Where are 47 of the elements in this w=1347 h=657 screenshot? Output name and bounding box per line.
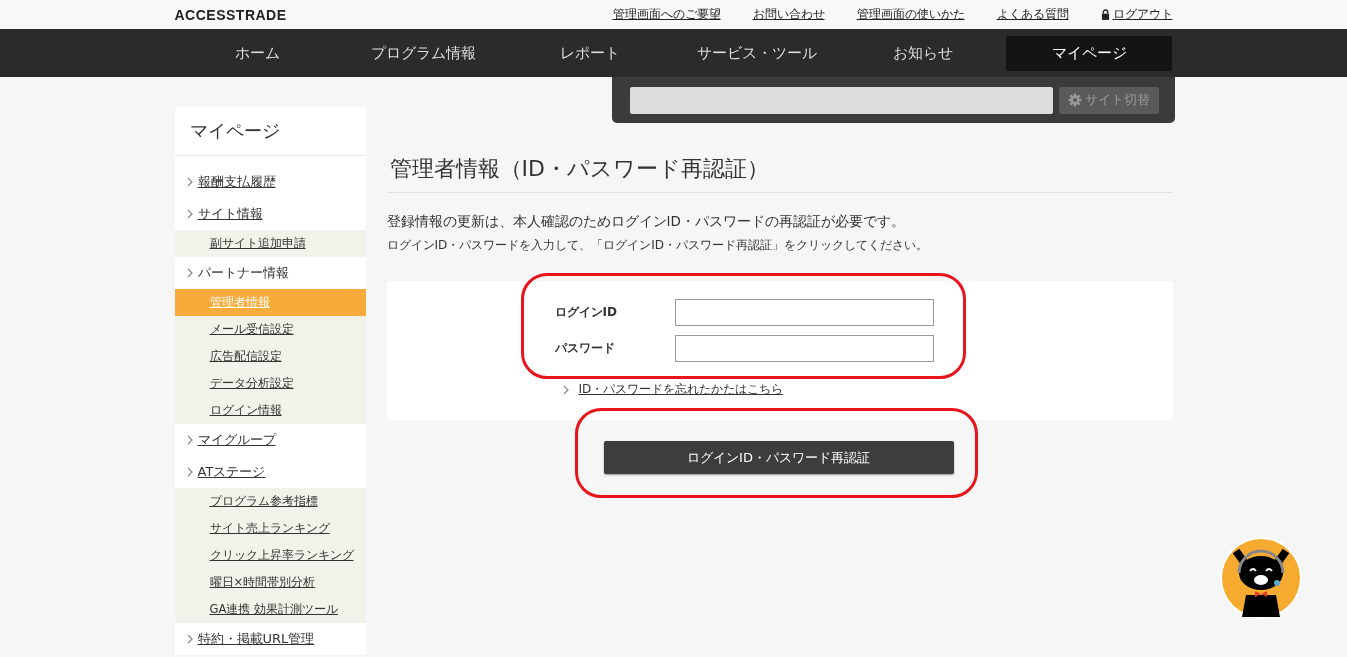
site-select[interactable]	[629, 86, 1053, 114]
nav-tab[interactable]: サービス・ツール	[673, 35, 840, 71]
sidebar-item[interactable]: マイグループ	[197, 431, 276, 449]
nav-tab[interactable]: プログラム情報	[340, 35, 508, 71]
chevron-right-icon	[186, 467, 193, 477]
forgot-password-link[interactable]: ID・パスワードを忘れたかたはこちら	[578, 381, 784, 398]
gear-icon	[1067, 93, 1082, 107]
chevron-right-icon	[186, 268, 193, 278]
reauth-button[interactable]: ログインID・パスワード再認証	[603, 441, 954, 474]
nav-tab[interactable]: マイページ	[1006, 35, 1173, 71]
sidebar-title: マイページ	[174, 107, 366, 156]
page-title: 管理者情報（ID・パスワード再認証）	[386, 150, 1173, 193]
sidebar-subitem[interactable]: メール受信設定	[174, 316, 366, 343]
input-field[interactable]	[674, 298, 934, 326]
sidebar-item[interactable]: 報酬支払履歴	[197, 173, 276, 191]
nav-tab[interactable]: ホーム	[174, 35, 341, 71]
nav-tab[interactable]: お知らせ	[839, 35, 1007, 71]
input-field[interactable]	[674, 334, 934, 362]
chevron-right-icon	[562, 384, 569, 395]
header-link[interactable]: よくある質問	[996, 6, 1069, 23]
header-link[interactable]: 管理画面へのご要望	[612, 6, 721, 23]
sidebar-subitem[interactable]: 副サイト追加申請	[174, 230, 366, 257]
lock-icon	[1100, 9, 1110, 20]
chevron-right-icon	[186, 435, 193, 445]
sidebar-subitem[interactable]: データ分析設定	[174, 370, 366, 397]
sidebar-subitem[interactable]: 曜日×時間帯別分析	[174, 569, 366, 596]
chevron-right-icon	[186, 177, 193, 187]
sidebar-subitem[interactable]: 広告配信設定	[174, 343, 366, 370]
sidebar-item[interactable]: 特約・掲載URL管理	[197, 630, 315, 648]
chevron-right-icon	[186, 209, 193, 219]
sidebar-item[interactable]: ATステージ	[197, 463, 266, 481]
description-text: 登録情報の更新は、本人確認のためログインID・パスワードの再認証が必要です。	[386, 213, 906, 231]
nav-tab[interactable]: レポート	[507, 35, 674, 71]
field-label: ログインID	[554, 303, 618, 321]
sidebar-subitem[interactable]: ログイン情報	[174, 397, 366, 424]
sidebar-item[interactable]: パートナー情報	[197, 264, 289, 282]
instruction-text: ログインID・パスワードを入力して、「ログインID・パスワード再認証」をクリックしてください。	[386, 237, 930, 254]
logout-link[interactable]: ログアウト	[1100, 6, 1173, 23]
field-label: パスワード	[554, 339, 616, 357]
cat-mascot-icon	[1222, 539, 1300, 617]
header-link[interactable]: お問い合わせ	[752, 6, 825, 23]
header-link[interactable]: 管理画面の使いかた	[856, 6, 965, 23]
sidebar-subitem[interactable]: GA連携 効果計測ツール	[174, 596, 366, 623]
sidebar-item[interactable]: サイト情報	[197, 205, 263, 223]
sidebar-subitem[interactable]: サイト売上ランキング	[174, 515, 366, 542]
site-logo[interactable]: ACCESSTRADE	[174, 6, 287, 23]
chevron-right-icon	[186, 634, 193, 644]
